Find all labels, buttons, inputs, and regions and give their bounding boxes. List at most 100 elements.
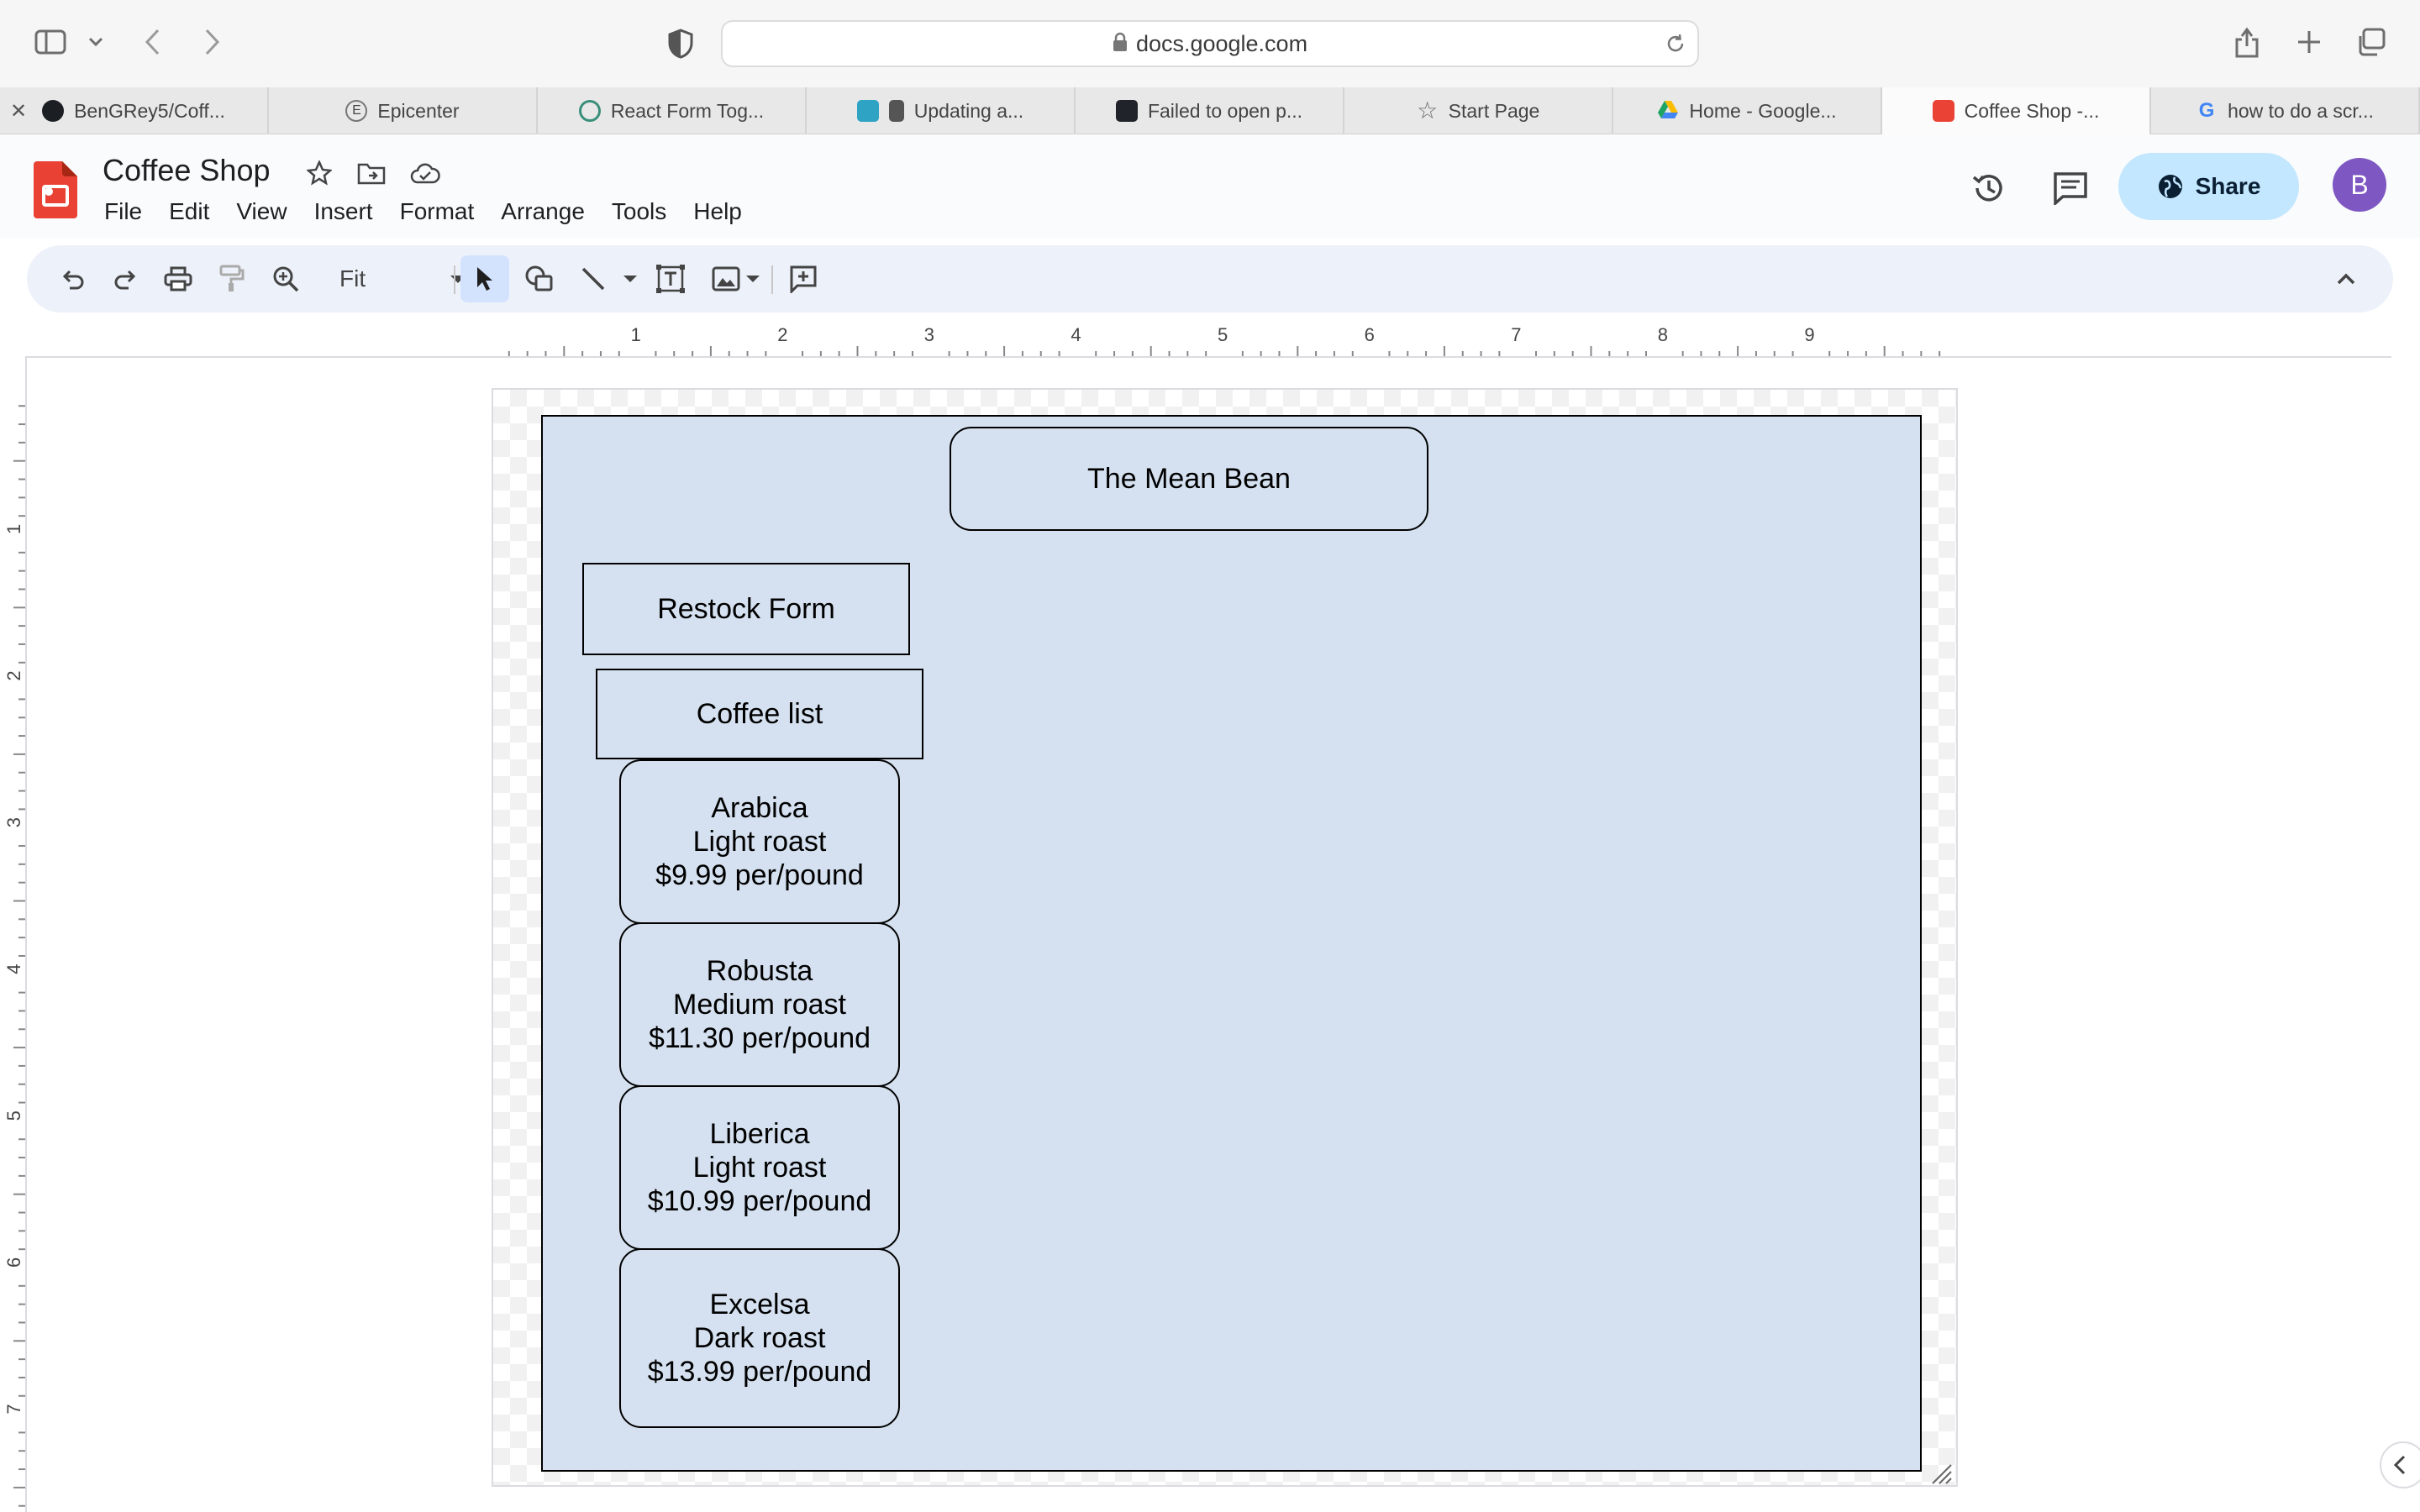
- ruler-label: 3: [924, 324, 934, 345]
- share-label: Share: [2195, 173, 2261, 199]
- zoom-icon[interactable]: [266, 259, 306, 299]
- collapse-icon[interactable]: [2326, 259, 2366, 299]
- image-icon[interactable]: [706, 259, 746, 299]
- line-icon[interactable]: [573, 259, 613, 299]
- menu-edit[interactable]: Edit: [155, 195, 223, 228]
- coffee-roast: Medium roast: [673, 989, 846, 1021]
- ruler-label: 2: [777, 324, 787, 345]
- textbox-icon[interactable]: [650, 259, 691, 299]
- tab-overview-icon[interactable]: [2354, 25, 2388, 59]
- coffee-name: Robusta: [706, 955, 813, 987]
- coffee-roast: Light roast: [692, 826, 827, 858]
- coffee-list-box[interactable]: Coffee list: [596, 669, 923, 759]
- tab-label: Coffee Shop -...: [1964, 99, 2100, 122]
- github-icon: [42, 100, 65, 122]
- select-icon[interactable]: [460, 255, 509, 302]
- menu-insert[interactable]: Insert: [301, 195, 387, 228]
- browser-tab[interactable]: Failed to open p...: [1076, 87, 1344, 134]
- coffee-name: Arabica: [711, 792, 808, 824]
- google-icon: G: [2198, 99, 2215, 122]
- sidebar-icon[interactable]: [32, 25, 69, 59]
- redo-icon[interactable]: [106, 259, 146, 299]
- tab-label: Start Page: [1448, 99, 1540, 122]
- undo-icon[interactable]: [52, 259, 92, 299]
- title-box[interactable]: The Mean Bean: [950, 427, 1428, 531]
- menu-arrange[interactable]: Arrange: [487, 195, 598, 228]
- star-icon[interactable]: [302, 156, 336, 190]
- editor-toolbar: Fit: [27, 245, 2393, 312]
- slides-logo-icon[interactable]: [34, 161, 77, 218]
- coffee-price: $10.99 per/pound: [647, 1185, 872, 1217]
- coffee-card[interactable]: Excelsa Dark roast $13.99 per/pound: [619, 1248, 900, 1428]
- tab-label: BenGRey5/Coff...: [74, 99, 225, 122]
- epicenter-icon: E: [345, 100, 368, 122]
- history-icon[interactable]: [1965, 165, 2012, 212]
- lock-icon: [1113, 32, 1128, 56]
- new-tab-icon[interactable]: [2292, 25, 2326, 59]
- address-text: docs.google.com: [1135, 30, 1308, 56]
- browser-toolbar: docs.google.com: [0, 0, 2420, 87]
- shield-icon[interactable]: [664, 25, 697, 62]
- coffee-card[interactable]: Liberica Light roast $10.99 per/pound: [619, 1085, 900, 1250]
- restock-form-text: Restock Form: [657, 593, 835, 625]
- address-bar[interactable]: docs.google.com: [721, 20, 1699, 67]
- comment-icon[interactable]: [2047, 165, 2094, 212]
- globe-icon: [2158, 175, 2182, 198]
- ruler-label: 3: [3, 817, 24, 827]
- back-icon[interactable]: [138, 25, 168, 59]
- chevron-down-icon[interactable]: [746, 276, 760, 282]
- browser-tab-active[interactable]: Coffee Shop -...: [1882, 87, 2151, 134]
- menu-bar: File Edit View Insert Format Arrange Too…: [91, 195, 755, 228]
- react-icon: [1115, 100, 1138, 122]
- restock-form-box[interactable]: Restock Form: [582, 563, 910, 655]
- star-icon: ☆: [1417, 97, 1439, 123]
- ruler-label: 7: [1511, 324, 1521, 345]
- browser-tab[interactable]: React Form Tog...: [538, 87, 807, 134]
- paint-format-icon[interactable]: [212, 259, 252, 299]
- coffee-name: Excelsa: [709, 1289, 810, 1320]
- move-folder-icon[interactable]: [355, 156, 388, 190]
- coffee-list-text: Coffee list: [696, 698, 823, 730]
- menu-help[interactable]: Help: [680, 195, 755, 228]
- cloud-icon[interactable]: [408, 156, 442, 190]
- ruler-label: 8: [1658, 324, 1668, 345]
- chatgpt-icon: [578, 100, 601, 122]
- resize-grip-icon[interactable]: [1929, 1462, 1953, 1485]
- document-title[interactable]: Coffee Shop: [103, 153, 271, 188]
- toolbar-divider: [454, 265, 455, 294]
- print-icon[interactable]: [158, 259, 198, 299]
- zoom-select[interactable]: Fit: [339, 259, 466, 299]
- coffee-card[interactable]: Arabica Light roast $9.99 per/pound: [619, 759, 900, 924]
- chevron-down-icon[interactable]: [623, 276, 637, 282]
- chevron-down-icon[interactable]: [84, 30, 108, 54]
- book-icon: [888, 100, 904, 122]
- tab-label: Failed to open p...: [1147, 99, 1303, 122]
- add-comment-icon[interactable]: [783, 259, 823, 299]
- browser-tab[interactable]: ✕ BenGRey5/Coff...: [0, 87, 269, 134]
- tab-label: Epicenter: [377, 99, 460, 122]
- avatar[interactable]: B: [2333, 158, 2386, 212]
- browser-tab[interactable]: G how to do a scr...: [2151, 87, 2420, 134]
- ruler-label: 6: [3, 1257, 24, 1268]
- coffee-card[interactable]: Robusta Medium roast $11.30 per/pound: [619, 922, 900, 1087]
- browser-tab[interactable]: ☆ Start Page: [1344, 87, 1613, 134]
- ruler-label: 6: [1365, 324, 1375, 345]
- menu-tools[interactable]: Tools: [598, 195, 680, 228]
- menu-format[interactable]: Format: [387, 195, 488, 228]
- menu-view[interactable]: View: [223, 195, 300, 228]
- shape-icon[interactable]: [519, 259, 560, 299]
- forward-icon[interactable]: [197, 25, 227, 59]
- tab-label: how to do a scr...: [2228, 99, 2374, 122]
- browser-tab[interactable]: E Epicenter: [269, 87, 538, 134]
- browser-tab[interactable]: Home - Google...: [1613, 87, 1882, 134]
- coffee-name: Liberica: [709, 1118, 810, 1150]
- menu-file[interactable]: File: [91, 195, 155, 228]
- horizontal-ruler[interactable]: 1 2 3 4 5 6 7 8 9: [492, 319, 1958, 358]
- reload-icon[interactable]: [1664, 32, 1687, 60]
- side-panel-toggle[interactable]: [2380, 1441, 2420, 1488]
- coffee-roast: Light roast: [692, 1152, 827, 1184]
- share-out-icon[interactable]: [2230, 24, 2264, 60]
- share-button[interactable]: Share: [2118, 153, 2299, 220]
- browser-tab[interactable]: Updating a...: [807, 87, 1076, 134]
- close-icon[interactable]: ✕: [10, 99, 27, 123]
